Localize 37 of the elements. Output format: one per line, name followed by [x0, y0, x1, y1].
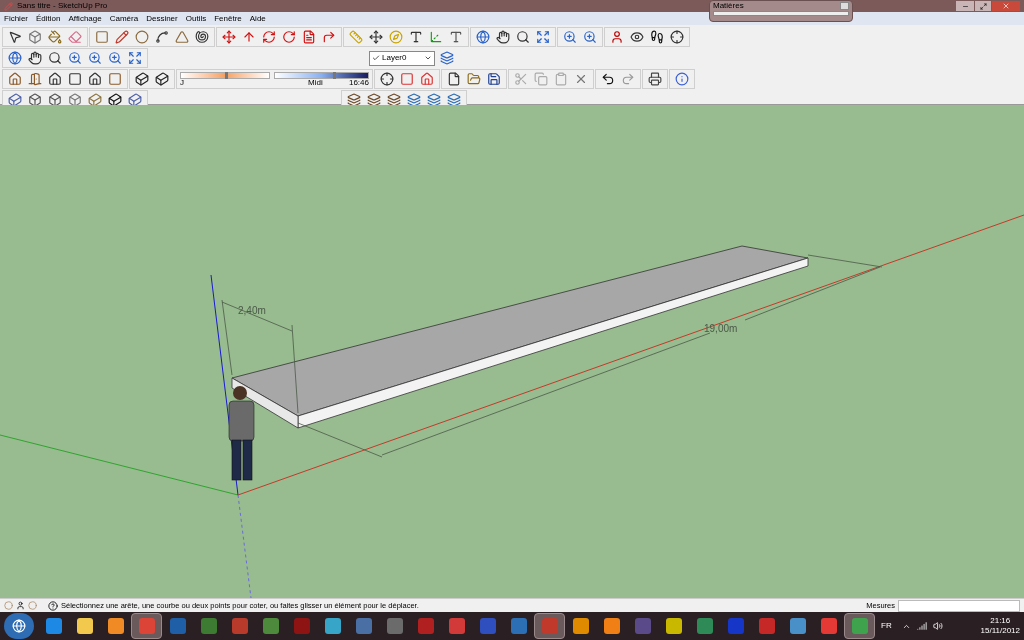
- caret-icon: [424, 54, 432, 62]
- menu-item[interactable]: Caméra: [109, 14, 139, 23]
- menu-item[interactable]: Édition: [36, 14, 61, 23]
- time-slider-thumb[interactable]: [332, 71, 336, 79]
- time-label: 16:46: [348, 78, 369, 87]
- windows-logo-icon: [12, 619, 26, 633]
- menu-item[interactable]: Dessiner: [146, 14, 178, 23]
- menu-item[interactable]: Affichage: [68, 14, 102, 23]
- volume-icon: [932, 621, 943, 631]
- maximize-button[interactable]: [975, 1, 991, 11]
- noon-label: Midi: [308, 78, 323, 87]
- maximize-icon: [979, 2, 987, 10]
- menu-item[interactable]: Fenêtre: [214, 14, 242, 23]
- check-icon: [372, 54, 380, 62]
- panel-collapse-button[interactable]: [840, 2, 849, 10]
- minimize-button[interactable]: [956, 1, 974, 11]
- dimension-label: 2,40m: [238, 305, 266, 316]
- help-icon: [48, 600, 58, 611]
- clock-time[interactable]: 21:16: [990, 616, 1011, 626]
- start-button[interactable]: [4, 613, 34, 639]
- date-slider-thumb[interactable]: [225, 71, 228, 79]
- network-icon: [916, 621, 927, 631]
- dimension-label: 19,00m: [704, 323, 738, 334]
- menu-item[interactable]: Aide: [249, 14, 266, 23]
- month-label: J: [180, 78, 185, 87]
- menu-item[interactable]: Outils: [185, 14, 207, 23]
- layer-dropdown[interactable]: Layer0: [369, 50, 435, 66]
- panel-title: Matières: [713, 2, 744, 10]
- measurements-field[interactable]: [898, 599, 1020, 612]
- modeling-viewport[interactable]: 2,40m 19,00m: [0, 105, 1024, 598]
- language-indicator[interactable]: FR: [881, 622, 892, 630]
- close-icon: [1002, 2, 1010, 10]
- menu-item[interactable]: Fichier: [4, 14, 28, 23]
- close-button[interactable]: [992, 1, 1020, 11]
- window-title: Sans titre - SketchUp Pro: [17, 2, 108, 10]
- clock-date[interactable]: 15/11/2012: [980, 626, 1020, 636]
- app-logo-icon: [4, 1, 13, 11]
